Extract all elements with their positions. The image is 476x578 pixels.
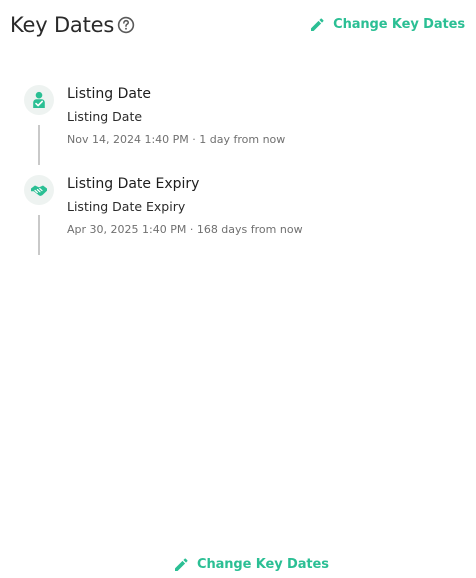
timeline-event-listing-date-expiry: Listing Date Expiry Listing Date Expiry … xyxy=(24,175,464,265)
event-subtitle: Listing Date Expiry xyxy=(67,199,186,214)
change-key-dates-footer-button[interactable]: Change Key Dates xyxy=(174,557,329,572)
event-title: Listing Date Expiry xyxy=(67,176,200,192)
page-title: Key Dates xyxy=(10,13,115,37)
change-key-dates-label: Change Key Dates xyxy=(197,557,329,572)
timeline-event-listing-date: Listing Date Listing Date Nov 14, 2024 1… xyxy=(24,85,464,175)
timeline-connector xyxy=(38,125,40,165)
change-key-dates-label: Change Key Dates xyxy=(333,17,465,32)
event-date-meta: Apr 30, 2025 1:40 PM · 168 days from now xyxy=(67,223,303,236)
pencil-icon xyxy=(175,557,188,571)
change-key-dates-button[interactable]: Change Key Dates xyxy=(310,17,465,32)
person-check-icon xyxy=(24,85,54,115)
handshake-icon xyxy=(24,175,54,205)
timeline-connector xyxy=(38,215,40,255)
event-title: Listing Date xyxy=(67,86,152,102)
event-subtitle: Listing Date xyxy=(67,109,143,124)
pencil-icon xyxy=(311,17,324,31)
key-dates-header: Key Dates Change Key Dates xyxy=(10,11,466,41)
help-icon[interactable] xyxy=(117,16,135,34)
event-date-meta: Nov 14, 2024 1:40 PM · 1 day from now xyxy=(67,133,286,146)
key-dates-timeline: Listing Date Listing Date Nov 14, 2024 1… xyxy=(24,85,464,265)
